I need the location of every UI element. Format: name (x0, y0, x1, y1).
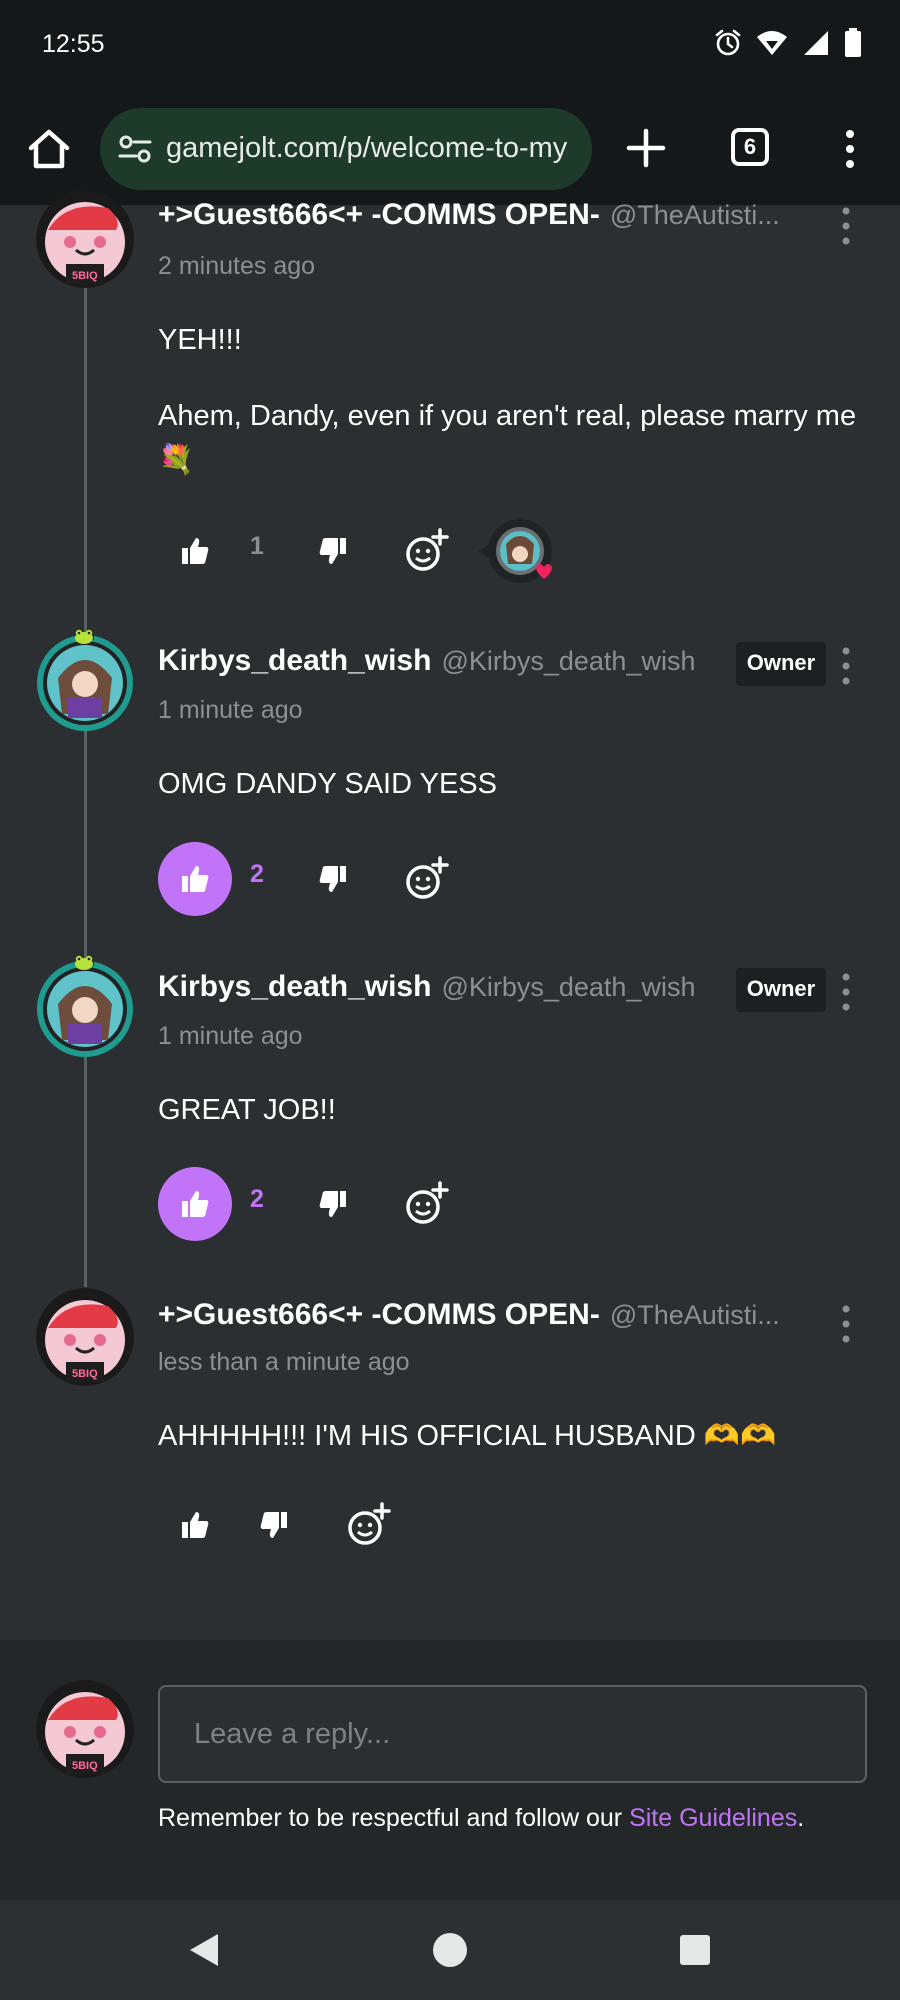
comment-body-line: Ahem, Dandy, even if you aren't real, pl… (158, 400, 857, 476)
guest-avatar-image: 5BIQ (36, 1680, 134, 1778)
svg-text:5BIQ: 5BIQ (72, 270, 98, 282)
add-reaction-icon[interactable] (404, 856, 450, 902)
comment-time: 1 minute ago (158, 696, 303, 724)
comment-author-line: Kirbys_death_wish @Kirbys_death_wish (158, 644, 695, 678)
android-nav-bar (0, 1900, 900, 2000)
guest-avatar-image: 5BIQ (36, 190, 134, 288)
dislike-button[interactable] (310, 528, 356, 574)
like-count: 2 (250, 860, 264, 888)
status-bar: 12:55 (0, 0, 900, 92)
guest-avatar-image: 5BIQ (36, 1288, 134, 1386)
like-button[interactable] (158, 1488, 232, 1562)
thumbs-up-icon (182, 538, 209, 564)
thumbs-up-icon (182, 866, 209, 892)
alarm-icon (715, 29, 741, 56)
guidelines-prefix: Remember to be respectful and follow our (158, 1804, 630, 1832)
dislike-button[interactable] (251, 1502, 297, 1548)
home-nav-icon[interactable] (432, 1932, 468, 1968)
thumbs-down-icon (260, 1512, 287, 1538)
comment-body-line: YEH!!! (158, 324, 242, 356)
add-reaction-icon[interactable] (404, 528, 450, 574)
thread-line (84, 207, 87, 1287)
thumbs-down-icon (319, 1191, 346, 1217)
back-icon[interactable] (186, 1930, 222, 1970)
avatar[interactable]: 5BIQ (36, 1288, 134, 1386)
signal-icon (804, 31, 828, 55)
status-time: 12:55 (42, 30, 105, 58)
add-reaction-icon[interactable] (404, 1181, 450, 1227)
author-handle[interactable]: @Kirbys_death_wish (441, 646, 695, 677)
thumbs-up-icon (182, 1512, 209, 1538)
comment-time: 2 minutes ago (158, 252, 316, 280)
author-name[interactable]: Kirbys_death_wish (158, 970, 431, 1004)
comment-body-line: GREAT JOB!! (158, 1094, 336, 1126)
comment-actions: 2 (158, 842, 758, 916)
thumbs-down-icon (319, 866, 346, 892)
like-button[interactable] (158, 1167, 232, 1241)
svg-text:5BIQ: 5BIQ (72, 1368, 98, 1380)
svg-text:5BIQ: 5BIQ (72, 1760, 98, 1772)
comment-time: 1 minute ago (158, 1022, 303, 1050)
recents-icon[interactable] (679, 1934, 711, 1966)
like-button[interactable] (158, 514, 232, 588)
add-reaction-icon[interactable] (346, 1502, 392, 1548)
more-options-icon[interactable] (838, 1304, 854, 1344)
comment-body-line: OMG DANDY SAID YESS (158, 768, 497, 800)
comment-body-line: AHHHHH!!! I'M HIS OFFICIAL HUSBAND 🫶🫶 (158, 1420, 777, 1452)
like-count: 1 (250, 532, 264, 560)
guidelines-notice: Remember to be respectful and follow our… (158, 1804, 804, 1833)
kirby-avatar-image (37, 960, 133, 1057)
author-name[interactable]: +>Guest666<+ -COMMS OPEN- (158, 1298, 600, 1332)
browser-toolbar: gamejolt.com/p/welcome-to-my 6 (0, 92, 900, 207)
owner-badge: Owner (736, 642, 826, 686)
avatar[interactable]: 5BIQ (36, 190, 134, 288)
owner-badge: Owner (736, 968, 826, 1012)
kirby-avatar-image (37, 634, 133, 731)
status-icons (714, 28, 862, 58)
comment-author-line: Kirbys_death_wish @Kirbys_death_wish (158, 970, 695, 1004)
tab-switcher-button[interactable]: 6 (731, 128, 769, 166)
more-options-icon[interactable] (838, 972, 854, 1012)
author-name[interactable]: +>Guest666<+ -COMMS OPEN- (158, 198, 600, 232)
comment-actions: 1 (158, 514, 758, 588)
thumbs-up-icon (182, 1191, 209, 1217)
site-guidelines-link[interactable]: Site Guidelines (629, 1804, 797, 1832)
author-name[interactable]: Kirbys_death_wish (158, 644, 431, 678)
reaction-chip[interactable] (478, 514, 552, 588)
avatar[interactable] (36, 960, 134, 1058)
comment-author-line: +>Guest666<+ -COMMS OPEN- @TheAutisti... (158, 1298, 780, 1332)
more-options-icon[interactable] (838, 646, 854, 686)
reply-input[interactable] (158, 1685, 867, 1783)
overflow-menu-icon[interactable] (838, 128, 862, 170)
comment-time: less than a minute ago (158, 1348, 410, 1376)
current-user-avatar: 5BIQ (36, 1680, 134, 1778)
dislike-button[interactable] (310, 1181, 356, 1227)
tab-count: 6 (743, 134, 757, 159)
frog-badge-icon (75, 955, 93, 970)
author-handle[interactable]: @TheAutisti... (610, 1300, 780, 1331)
heart-reaction-avatar-icon (478, 519, 552, 583)
reply-section: 5BIQ Remember to be respectful and follo… (0, 1640, 900, 1900)
author-handle[interactable]: @Kirbys_death_wish (441, 972, 695, 1003)
thumbs-down-icon (319, 538, 346, 564)
dislike-button[interactable] (310, 856, 356, 902)
site-settings-icon[interactable] (118, 132, 152, 166)
comment-author-line: +>Guest666<+ -COMMS OPEN- @TheAutisti... (158, 198, 780, 232)
new-tab-plus-icon[interactable] (626, 128, 666, 168)
author-handle[interactable]: @TheAutisti... (610, 200, 780, 231)
more-options-icon[interactable] (838, 206, 854, 246)
guidelines-suffix: . (797, 1804, 805, 1832)
avatar[interactable] (36, 634, 134, 732)
like-button[interactable] (158, 842, 232, 916)
address-bar[interactable]: gamejolt.com/p/welcome-to-my (100, 108, 592, 190)
battery-icon (845, 28, 861, 57)
comment-actions (158, 1488, 758, 1562)
home-icon[interactable] (26, 126, 72, 172)
url-text[interactable]: gamejolt.com/p/welcome-to-my (166, 132, 567, 165)
like-count: 2 (250, 1185, 264, 1213)
wifi-icon (757, 31, 787, 55)
frog-badge-icon (75, 629, 93, 644)
comment-actions: 2 (158, 1167, 758, 1241)
